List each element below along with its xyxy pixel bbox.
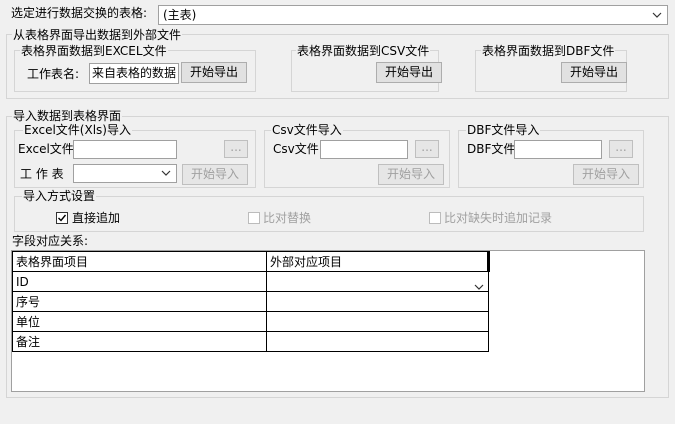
import-csv-file-label: Csv文件: [273, 142, 319, 156]
external-cell[interactable]: [266, 331, 489, 352]
external-cell[interactable]: [266, 311, 489, 332]
external-combo-cell[interactable]: [266, 271, 489, 293]
import-excel-title: Excel文件(Xls)导入: [23, 123, 132, 137]
import-dbf-file-label: DBF文件: [467, 142, 516, 156]
export-csv-button[interactable]: 开始导出: [376, 62, 442, 83]
chevron-down-icon[interactable]: [649, 7, 665, 23]
table-row[interactable]: 单位: [12, 311, 489, 332]
import-sheet-combo[interactable]: [73, 164, 177, 183]
import-sheet-label: 工 作 表: [20, 167, 64, 181]
mapping-grid[interactable]: 表格界面项目 外部对应项目 ID 序号 单位 备注: [11, 250, 645, 392]
mode-append-label: 直接追加: [72, 211, 121, 225]
column-header: 表格界面项目: [12, 251, 267, 272]
mode-replace-label: 比对替换: [263, 211, 312, 225]
export-sheet-label: 工作表名:: [27, 67, 80, 81]
field-cell: 备注: [12, 331, 267, 352]
table-row[interactable]: 备注: [12, 331, 489, 352]
import-csv-title: Csv文件导入: [271, 123, 343, 137]
checkbox-icon[interactable]: [429, 212, 441, 224]
mapping-label: 字段对应关系:: [12, 234, 89, 248]
import-dbf-file-input[interactable]: [514, 140, 602, 159]
chevron-down-icon[interactable]: [474, 279, 484, 293]
import-excel-file-input[interactable]: [73, 140, 177, 159]
external-cell[interactable]: [266, 291, 489, 312]
select-table-value: (主表): [163, 8, 197, 22]
mode-missing-append-label: 比对缺失时追加记录: [444, 211, 553, 225]
import-dbf-title: DBF文件导入: [466, 123, 541, 137]
import-dbf-button[interactable]: 开始导入: [573, 164, 639, 185]
export-dbf-button[interactable]: 开始导出: [561, 62, 627, 83]
export-group-title: 从表格界面导出数据到外部文件: [12, 28, 183, 42]
checkbox-icon[interactable]: [248, 212, 260, 224]
table-row[interactable]: ID: [12, 271, 489, 293]
field-cell: 序号: [12, 291, 267, 312]
export-sheet-input[interactable]: 来自表格的数据: [89, 63, 179, 84]
import-csv-file-input[interactable]: [320, 140, 408, 159]
export-csv-title: 表格界面数据到CSV文件: [296, 44, 431, 58]
select-table-label: 选定进行数据交换的表格:: [11, 6, 148, 20]
import-csv-browse-button[interactable]: ...: [415, 140, 439, 158]
import-excel-file-label: Excel文件: [18, 142, 74, 156]
checkbox-checked-icon[interactable]: [56, 212, 68, 224]
column-header: 外部对应项目: [266, 251, 490, 272]
import-mode-title: 导入方式设置: [22, 189, 97, 203]
import-excel-browse-button[interactable]: ...: [224, 140, 248, 158]
import-excel-button[interactable]: 开始导入: [182, 164, 248, 185]
field-cell: ID: [12, 271, 267, 292]
export-dbf-title: 表格界面数据到DBF文件: [481, 44, 616, 58]
chevron-down-icon[interactable]: [158, 165, 174, 181]
mapping-table: 表格界面项目 外部对应项目 ID 序号 单位 备注: [12, 251, 490, 352]
export-excel-title: 表格界面数据到EXCEL文件: [20, 44, 168, 58]
import-group-title: 导入数据到表格界面: [12, 109, 123, 123]
table-row[interactable]: 序号: [12, 291, 489, 312]
import-csv-button[interactable]: 开始导入: [378, 164, 444, 185]
table-header-row: 表格界面项目 外部对应项目: [12, 251, 490, 272]
import-dbf-browse-button[interactable]: ...: [609, 140, 633, 158]
field-cell: 单位: [12, 311, 267, 332]
export-excel-button[interactable]: 开始导出: [181, 62, 247, 83]
select-table-combo[interactable]: (主表): [158, 5, 668, 25]
